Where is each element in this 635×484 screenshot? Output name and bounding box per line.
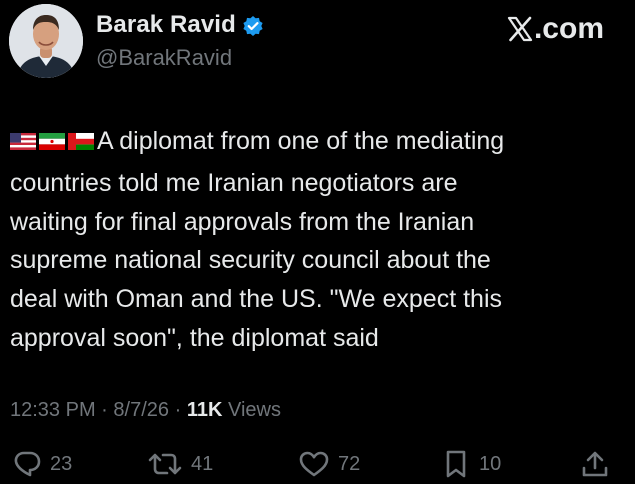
bookmark-button[interactable]: 10 (441, 449, 501, 479)
share-icon (580, 449, 610, 479)
share-button[interactable] (580, 449, 610, 479)
views-count: 11K (186, 399, 223, 421)
author-display-name[interactable]: Barak Ravid (96, 10, 236, 40)
verified-badge-icon (242, 15, 264, 37)
author-name-row: Barak Ravid (96, 10, 264, 40)
repost-button[interactable]: 41 (147, 449, 213, 479)
repost-count: 41 (191, 453, 214, 475)
tweet-card: Barak Ravid @BarakRavid .com A diplomat … (0, 0, 635, 484)
tweet-date[interactable]: 8/7/26 (113, 399, 169, 421)
brand-wordmark: .com (507, 12, 604, 46)
avatar[interactable] (9, 4, 83, 78)
reply-icon (12, 449, 42, 479)
like-button[interactable]: 72 (298, 449, 360, 479)
tweet-text-block: A diplomat from one of the mediating cou… (10, 122, 625, 358)
bookmark-count: 10 (479, 453, 502, 475)
tweet-meta: 12:33 PM · 8/7/26 · 11K Views (10, 397, 281, 423)
author-handle[interactable]: @BarakRavid (96, 45, 232, 71)
meta-separator: · (101, 399, 108, 421)
x-logo-icon (507, 16, 533, 42)
views-label: Views (227, 399, 281, 421)
meta-separator: · (174, 399, 182, 421)
reply-button[interactable]: 23 (12, 449, 72, 479)
us-flag-icon (10, 133, 36, 150)
heart-icon (298, 449, 330, 479)
like-count: 72 (338, 453, 361, 475)
brand-label: .com (533, 12, 604, 45)
iran-flag-icon (39, 133, 65, 150)
repost-icon (147, 449, 183, 479)
oman-flag-icon (68, 133, 94, 150)
flag-emojis (10, 125, 96, 164)
bookmark-icon (441, 449, 471, 479)
reply-count: 23 (50, 453, 73, 475)
tweet-time[interactable]: 12:33 PM (10, 399, 96, 421)
